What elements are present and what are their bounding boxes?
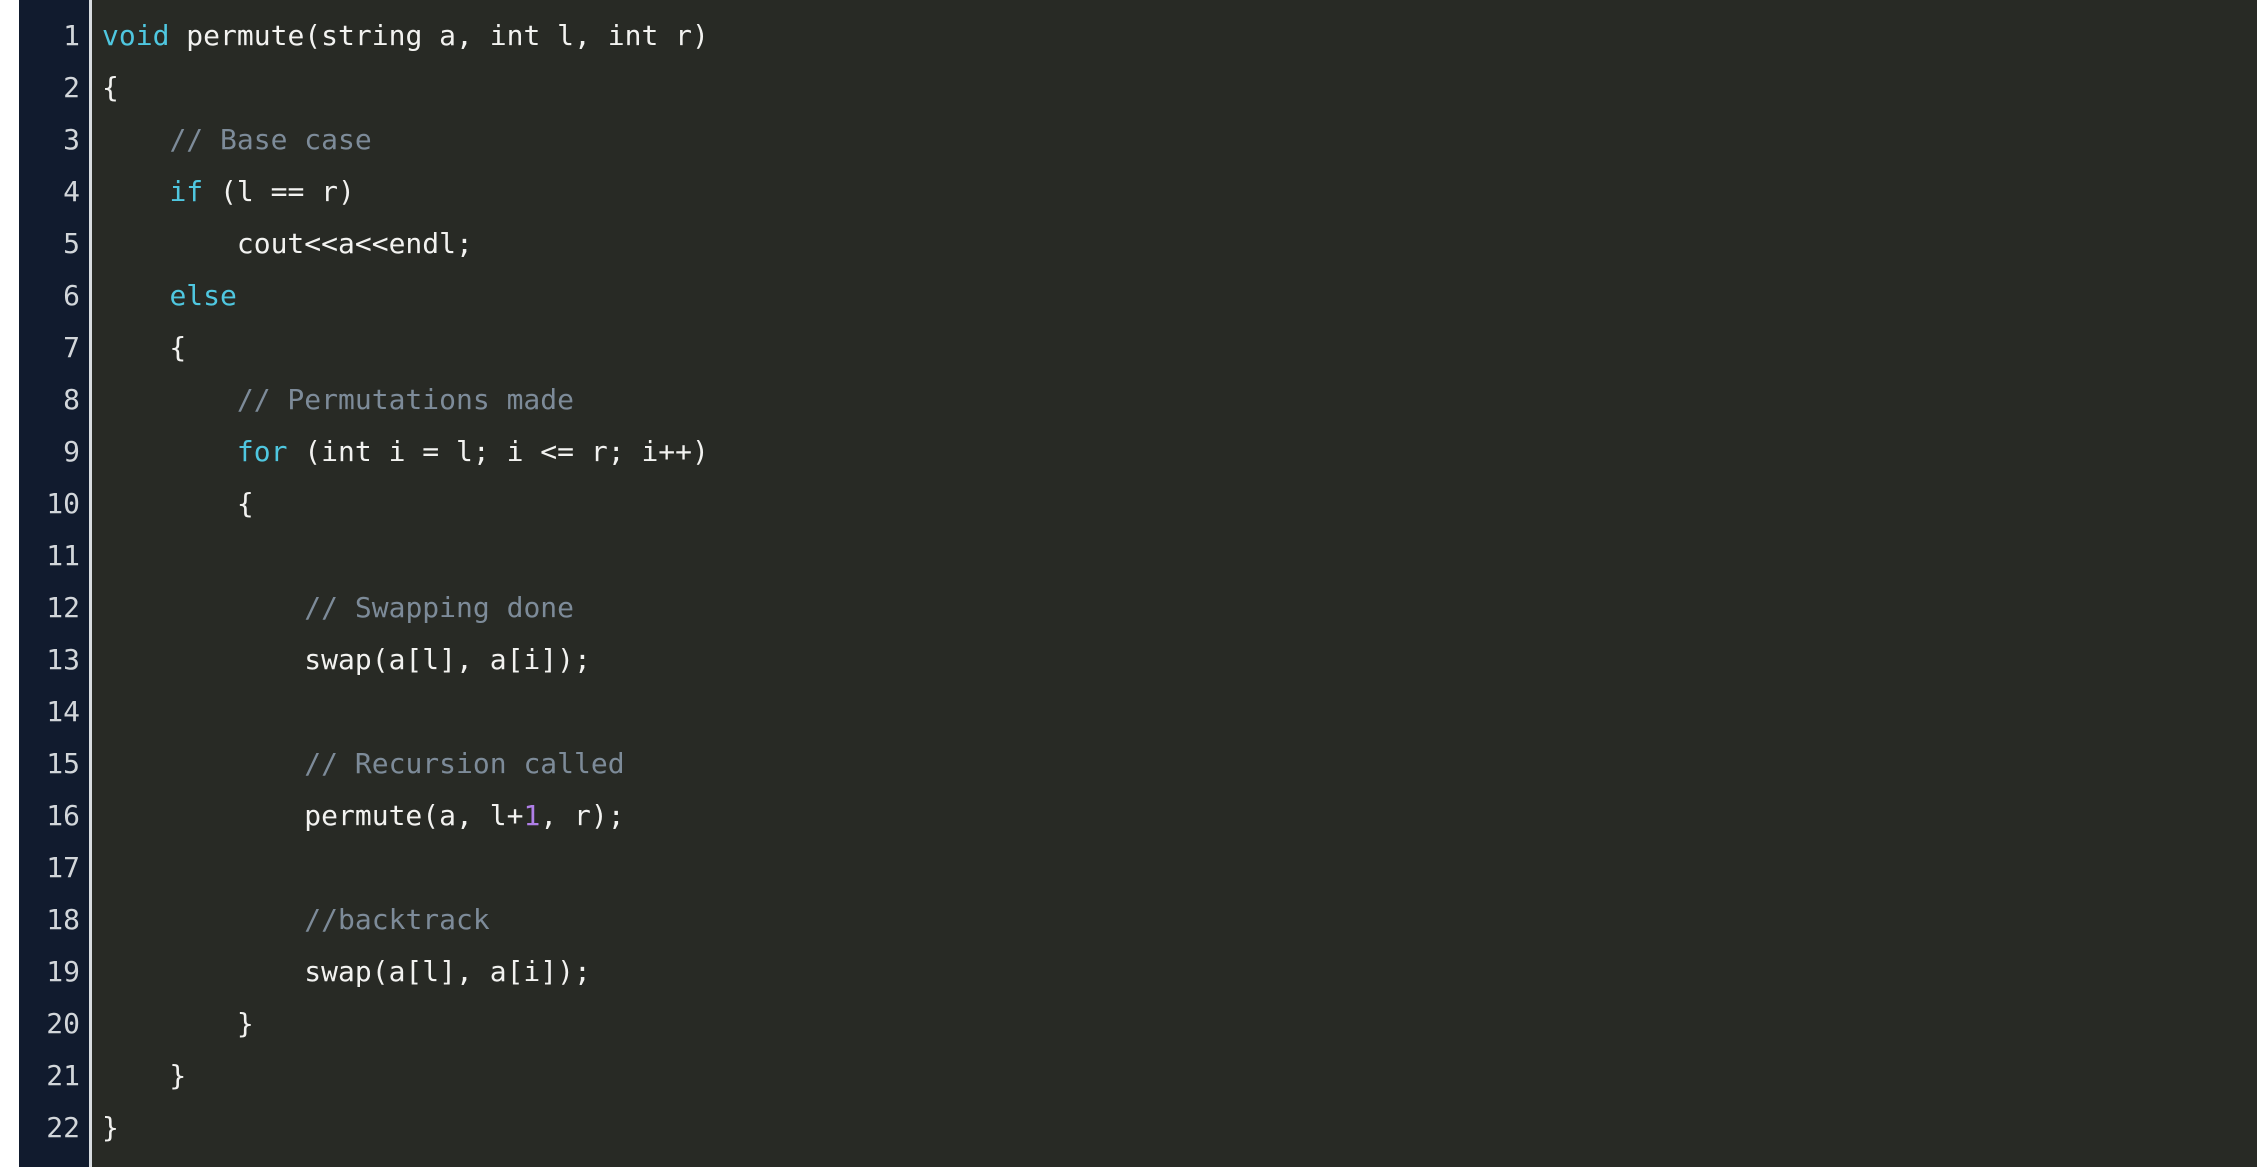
code-token-kw: if bbox=[169, 175, 204, 208]
left-margin-strip bbox=[0, 0, 19, 1167]
line-number: 12 bbox=[46, 591, 80, 624]
code-line[interactable]: void permute(string a, int l, int r) bbox=[102, 10, 2257, 62]
code-token-txt: permute(a, l+ bbox=[102, 799, 524, 832]
line-number: 13 bbox=[46, 643, 80, 676]
code-token-kw: else bbox=[169, 279, 237, 312]
line-number: 15 bbox=[46, 747, 80, 780]
code-token-txt: { bbox=[102, 487, 254, 520]
code-line[interactable]: // Swapping done bbox=[102, 582, 2257, 634]
line-number: 11 bbox=[46, 539, 80, 572]
code-token-txt: cout<<a<<endl; bbox=[102, 227, 473, 260]
code-content-area[interactable]: void permute(string a, int l, int r) { //… bbox=[92, 0, 2257, 1167]
line-number: 14 bbox=[46, 695, 80, 728]
line-number: 8 bbox=[63, 383, 80, 416]
code-token-txt: permute(string a, int l, int r) bbox=[169, 19, 709, 52]
code-line[interactable]: swap(a[l], a[i]); bbox=[102, 946, 2257, 998]
line-number: 2 bbox=[63, 71, 80, 104]
line-number: 17 bbox=[46, 851, 80, 884]
line-number: 20 bbox=[46, 1007, 80, 1040]
code-token-txt: , r); bbox=[540, 799, 625, 832]
line-number-gutter: 1 2 3 4 5 6 7 8 9 10 11 12 13 14 15 16 17 18 19 20 21 22 bbox=[19, 0, 92, 1167]
code-token-txt: swap(a[l], a[i]); bbox=[102, 643, 591, 676]
code-line[interactable]: cout<<a<<endl; bbox=[102, 218, 2257, 270]
code-token-txt: { bbox=[102, 71, 119, 104]
code-editor: 1 2 3 4 5 6 7 8 9 10 11 12 13 14 15 16 17 18 19 20 21 22 void… bbox=[0, 0, 2257, 1167]
code-line[interactable]: // Recursion called bbox=[102, 738, 2257, 790]
code-token-kw: void bbox=[102, 19, 170, 52]
code-token-cmt: // Recursion called bbox=[304, 747, 625, 780]
line-number: 6 bbox=[63, 279, 80, 312]
code-token-txt: (l == r) bbox=[203, 175, 355, 208]
line-number: 16 bbox=[46, 799, 80, 832]
code-line[interactable]: swap(a[l], a[i]); bbox=[102, 634, 2257, 686]
code-line[interactable]: // Permutations made bbox=[102, 374, 2257, 426]
line-number: 18 bbox=[46, 903, 80, 936]
code-token-txt: } bbox=[102, 1059, 187, 1092]
code-line[interactable]: } bbox=[102, 1050, 2257, 1102]
code-token-cmt: //backtrack bbox=[304, 903, 490, 936]
line-number: 10 bbox=[46, 487, 80, 520]
code-token-txt: (int i = l; i <= r; i++) bbox=[287, 435, 709, 468]
line-number: 9 bbox=[63, 435, 80, 468]
code-token-cmt: // Permutations made bbox=[236, 383, 575, 416]
code-line[interactable]: } bbox=[102, 998, 2257, 1050]
line-number: 1 bbox=[63, 19, 80, 52]
code-line[interactable]: //backtrack bbox=[102, 894, 2257, 946]
code-token-cmt: // Base case bbox=[169, 123, 372, 156]
code-line[interactable]: { bbox=[102, 478, 2257, 530]
line-number: 5 bbox=[63, 227, 80, 260]
code-token-txt: } bbox=[102, 1111, 119, 1144]
code-token-txt: { bbox=[102, 331, 187, 364]
line-number: 19 bbox=[46, 955, 80, 988]
code-line[interactable]: { bbox=[102, 322, 2257, 374]
code-line[interactable] bbox=[102, 530, 2257, 582]
code-token-num: 1 bbox=[523, 799, 541, 832]
code-line[interactable] bbox=[102, 686, 2257, 738]
line-number: 4 bbox=[63, 175, 80, 208]
line-number: 21 bbox=[46, 1059, 80, 1092]
line-number: 3 bbox=[63, 123, 80, 156]
code-line[interactable]: else bbox=[102, 270, 2257, 322]
code-token-kw: for bbox=[236, 435, 288, 468]
code-token-cmt: // Swapping done bbox=[304, 591, 575, 624]
code-line[interactable]: for (int i = l; i <= r; i++) bbox=[102, 426, 2257, 478]
code-line[interactable]: } bbox=[102, 1102, 2257, 1154]
line-number: 7 bbox=[63, 331, 80, 364]
code-line[interactable]: permute(a, l+1, r); bbox=[102, 790, 2257, 842]
line-number: 22 bbox=[46, 1111, 80, 1144]
code-line[interactable] bbox=[102, 842, 2257, 894]
code-token-txt: swap(a[l], a[i]); bbox=[102, 955, 591, 988]
code-line[interactable]: { bbox=[102, 62, 2257, 114]
code-line[interactable]: // Base case bbox=[102, 114, 2257, 166]
code-token-txt: } bbox=[102, 1007, 254, 1040]
code-line[interactable]: if (l == r) bbox=[102, 166, 2257, 218]
